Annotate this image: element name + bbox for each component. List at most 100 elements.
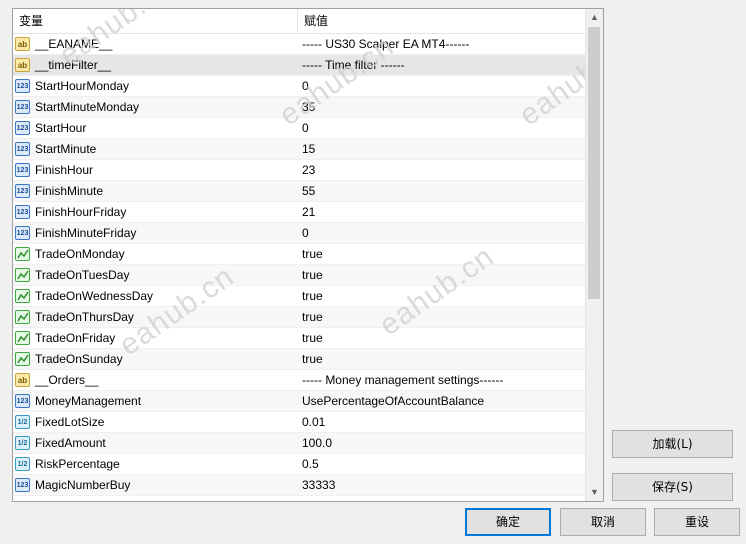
double-type-icon: 1/2	[15, 415, 30, 429]
parameter-row[interactable]: ab __EANAME__ ----- US30 Scalper EA MT4---…	[13, 34, 585, 55]
grid-header: 变量 赋值	[13, 9, 585, 34]
scroll-down-arrow-icon[interactable]: ▼	[586, 484, 603, 501]
bool-type-icon	[15, 247, 30, 261]
bool-type-icon	[15, 268, 30, 282]
ok-button[interactable]: 确定	[465, 508, 551, 536]
parameter-value[interactable]: 35	[302, 97, 315, 117]
parameter-row[interactable]: 123 FinishHour 23	[13, 160, 585, 181]
parameter-name: StartMinute	[35, 142, 97, 156]
parameter-row[interactable]: 123 FinishHourFriday 21	[13, 202, 585, 223]
string-type-icon: ab	[15, 58, 30, 72]
string-type-icon: ab	[15, 37, 30, 51]
parameter-value[interactable]: ----- US30 Scalper EA MT4------	[302, 34, 469, 54]
reset-button[interactable]: 重设	[654, 508, 740, 536]
grid-rows: ab __EANAME__ ----- US30 Scalper EA MT4---…	[13, 34, 585, 496]
parameter-row[interactable]: 123 StartHour 0	[13, 118, 585, 139]
column-header-value[interactable]: 赋值	[298, 9, 584, 33]
parameter-value[interactable]: 100.0	[302, 433, 332, 453]
parameter-value[interactable]: 33333	[302, 475, 335, 495]
parameters-grid[interactable]: 变量 赋值 ab __EANAME__ ----- US30 Scalper EA …	[12, 8, 604, 502]
parameter-value[interactable]: 23	[302, 160, 315, 180]
parameter-value[interactable]: true	[302, 328, 323, 348]
parameter-value[interactable]: true	[302, 307, 323, 327]
parameter-name: TradeOnSunday	[35, 352, 123, 366]
int-type-icon: 123	[15, 163, 30, 177]
parameter-name: FinishMinuteFriday	[35, 226, 137, 240]
parameter-name: TradeOnMonday	[35, 247, 125, 261]
parameter-row[interactable]: 123 StartMinute 15	[13, 139, 585, 160]
int-type-icon: 123	[15, 184, 30, 198]
parameter-value[interactable]: UsePercentageOfAccountBalance	[302, 391, 484, 411]
parameter-name: __timeFilter__	[35, 58, 112, 72]
parameter-name: StartHour	[35, 121, 87, 135]
parameter-row[interactable]: 123 FinishMinute 55	[13, 181, 585, 202]
vertical-scrollbar[interactable]: ▲ ▼	[585, 9, 603, 501]
parameter-row[interactable]: ab __timeFilter__ ----- Time filter ------	[13, 55, 585, 76]
double-type-icon: 1/2	[15, 457, 30, 471]
parameter-row[interactable]: ab __Orders__ ----- Money management setti…	[13, 370, 585, 391]
int-type-icon: 123	[15, 205, 30, 219]
parameter-name: __Orders__	[35, 373, 99, 387]
parameter-value[interactable]: true	[302, 244, 323, 264]
double-type-icon: 1/2	[15, 436, 30, 450]
parameter-row[interactable]: 123 StartMinuteMonday 35	[13, 97, 585, 118]
scrollbar-thumb[interactable]	[588, 27, 600, 299]
parameter-value[interactable]: 15	[302, 139, 315, 159]
parameter-value[interactable]: ----- Money management settings------	[302, 370, 503, 390]
parameter-row[interactable]: TradeOnWednessDay true	[13, 286, 585, 307]
parameter-value[interactable]: 0	[302, 118, 309, 138]
parameter-row[interactable]: TradeOnMonday true	[13, 244, 585, 265]
save-button[interactable]: 保存(S)	[612, 473, 733, 501]
int-type-icon: 123	[15, 121, 30, 135]
parameter-name: RiskPercentage	[35, 457, 120, 471]
parameter-value[interactable]: 55	[302, 181, 315, 201]
parameter-name: StartHourMonday	[35, 79, 130, 93]
parameter-value[interactable]: true	[302, 265, 323, 285]
int-type-icon: 123	[15, 226, 30, 240]
scroll-up-arrow-icon[interactable]: ▲	[586, 9, 603, 26]
parameter-row[interactable]: TradeOnTuesDay true	[13, 265, 585, 286]
parameter-row[interactable]: 1/2 FixedAmount 100.0	[13, 433, 585, 454]
parameter-name: MagicNumberBuy	[35, 478, 131, 492]
cancel-button[interactable]: 取消	[560, 508, 646, 536]
parameter-name: TradeOnThursDay	[35, 310, 134, 324]
parameter-name: StartMinuteMonday	[35, 100, 140, 114]
parameter-row[interactable]: 123 FinishMinuteFriday 0	[13, 223, 585, 244]
parameter-name: TradeOnTuesDay	[35, 268, 130, 282]
parameter-value[interactable]: 0.5	[302, 454, 319, 474]
bool-type-icon	[15, 352, 30, 366]
parameter-row[interactable]: 1/2 FixedLotSize 0.01	[13, 412, 585, 433]
int-type-icon: 123	[15, 100, 30, 114]
parameter-value[interactable]: true	[302, 286, 323, 306]
parameter-row[interactable]: TradeOnFriday true	[13, 328, 585, 349]
int-type-icon: 123	[15, 478, 30, 492]
parameter-row[interactable]: 1/2 RiskPercentage 0.5	[13, 454, 585, 475]
parameter-value[interactable]: 21	[302, 202, 315, 222]
parameter-name: MoneyManagement	[35, 394, 142, 408]
parameter-name: FixedLotSize	[35, 415, 105, 429]
parameter-value[interactable]: ----- Time filter ------	[302, 55, 405, 75]
parameter-name: __EANAME__	[35, 37, 113, 51]
column-header-variable[interactable]: 变量	[13, 9, 298, 33]
parameter-name: FinishMinute	[35, 184, 104, 198]
load-button[interactable]: 加载(L)	[612, 430, 733, 458]
bool-type-icon	[15, 310, 30, 324]
int-type-icon: 123	[15, 142, 30, 156]
parameter-row[interactable]: 123 MoneyManagement UsePercentageOfAccount…	[13, 391, 585, 412]
parameter-row[interactable]: TradeOnThursDay true	[13, 307, 585, 328]
parameter-value[interactable]: 0	[302, 223, 309, 243]
parameter-value[interactable]: 0	[302, 76, 309, 96]
parameter-row[interactable]: 123 StartHourMonday 0	[13, 76, 585, 97]
bool-type-icon	[15, 289, 30, 303]
string-type-icon: ab	[15, 373, 30, 387]
parameter-value[interactable]: true	[302, 349, 323, 369]
parameter-row[interactable]: 123 MagicNumberBuy 33333	[13, 475, 585, 496]
parameter-name: FinishHour	[35, 163, 94, 177]
bool-type-icon	[15, 331, 30, 345]
parameter-name: TradeOnWednessDay	[35, 289, 154, 303]
parameter-value[interactable]: 0.01	[302, 412, 325, 432]
int-type-icon: 123	[15, 79, 30, 93]
parameter-name: FinishHourFriday	[35, 205, 127, 219]
parameter-row[interactable]: TradeOnSunday true	[13, 349, 585, 370]
parameter-name: TradeOnFriday	[35, 331, 116, 345]
